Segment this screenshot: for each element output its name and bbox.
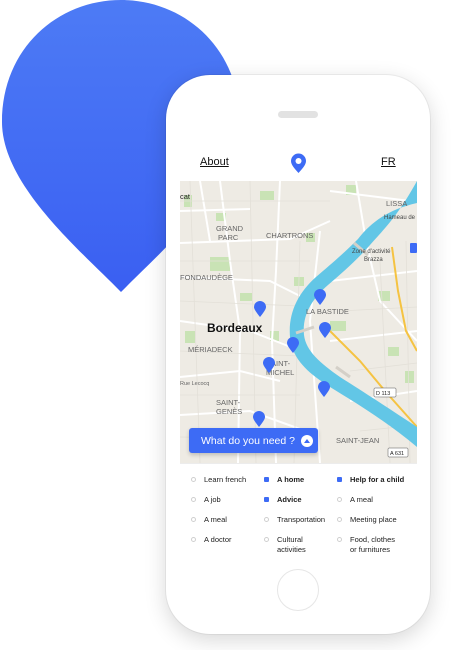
map-label-grand: GRAND — [216, 224, 244, 233]
map-label-fondaudege: FONDAUDÈGE — [180, 273, 233, 282]
map-label-hameau: Hameau de — [384, 215, 416, 221]
filter-a-doctor[interactable]: A doctor — [191, 535, 232, 545]
filter-advice[interactable]: Advice — [264, 495, 302, 505]
checkbox-checked-icon — [264, 477, 269, 482]
map-label-saint-jean: SAINT-JEAN — [336, 436, 379, 445]
phone-earpiece — [278, 111, 318, 118]
transit-station-icon — [410, 243, 417, 253]
radio-icon — [191, 497, 196, 502]
map-label-lissa: LISSA — [386, 199, 407, 208]
map-label-meriadeck: MÉRIADECK — [188, 345, 233, 354]
about-link[interactable]: About — [200, 156, 229, 168]
map-label-la-bastide: LA BASTIDE — [306, 307, 349, 316]
filter-learn-french[interactable]: Learn french — [191, 475, 246, 485]
needs-filter-panel: Learn french A job A meal A doctor A hom… — [180, 463, 417, 559]
map-label-saint-genes-1: SAINT- — [216, 398, 241, 407]
city-map[interactable]: D 113 A 631 cat GRAND PARC CHARTRONS FON… — [180, 181, 417, 463]
road-label-d113: D 113 — [376, 391, 390, 397]
radio-icon — [264, 537, 269, 542]
location-pin-icon — [291, 153, 306, 173]
map-label-zone-2: Brazza — [364, 257, 383, 263]
radio-icon — [191, 477, 196, 482]
road-label-a631: A 631 — [390, 451, 404, 457]
map-label-saint-genes-2: GENÈS — [216, 407, 242, 416]
filter-food-clothes-furnitures[interactable]: Food, clothes or furnitures — [337, 535, 395, 555]
checkbox-checked-icon — [264, 497, 269, 502]
chevron-up-icon — [300, 434, 313, 447]
what-do-you-need-button[interactable]: What do you need ? — [189, 428, 318, 453]
filter-a-meal-2[interactable]: A meal — [337, 495, 373, 505]
filter-meeting-place[interactable]: Meeting place — [337, 515, 397, 525]
radio-icon — [264, 517, 269, 522]
cta-label: What do you need ? — [201, 434, 295, 447]
radio-icon — [191, 537, 196, 542]
radio-icon — [191, 517, 196, 522]
checkbox-checked-icon — [337, 477, 342, 482]
filter-cultural-activities[interactable]: Cultural activities — [264, 535, 306, 555]
filter-help-for-a-child[interactable]: Help for a child — [337, 475, 404, 485]
map-label-parc: PARC — [218, 233, 239, 242]
phone-home-button — [277, 569, 319, 611]
filter-a-home[interactable]: A home — [264, 475, 304, 485]
radio-icon — [337, 497, 342, 502]
filter-transportation[interactable]: Transportation — [264, 515, 325, 525]
map-label-bordeaux: Bordeaux — [207, 321, 263, 335]
radio-icon — [337, 517, 342, 522]
language-switch-link[interactable]: FR — [381, 156, 396, 168]
map-label-rue-lecocq: Rue Lecocq — [180, 381, 209, 387]
filter-a-meal[interactable]: A meal — [191, 515, 227, 525]
map-label-zone-1: Zone d'activité — [352, 249, 391, 255]
phone-mockup: About FR D 113 A 631 cat GRAND PARC CHAR… — [166, 75, 430, 634]
map-label-cat: cat — [180, 192, 191, 201]
filter-a-job[interactable]: A job — [191, 495, 221, 505]
map-label-chartrons: CHARTRONS — [266, 231, 313, 240]
radio-icon — [337, 537, 342, 542]
